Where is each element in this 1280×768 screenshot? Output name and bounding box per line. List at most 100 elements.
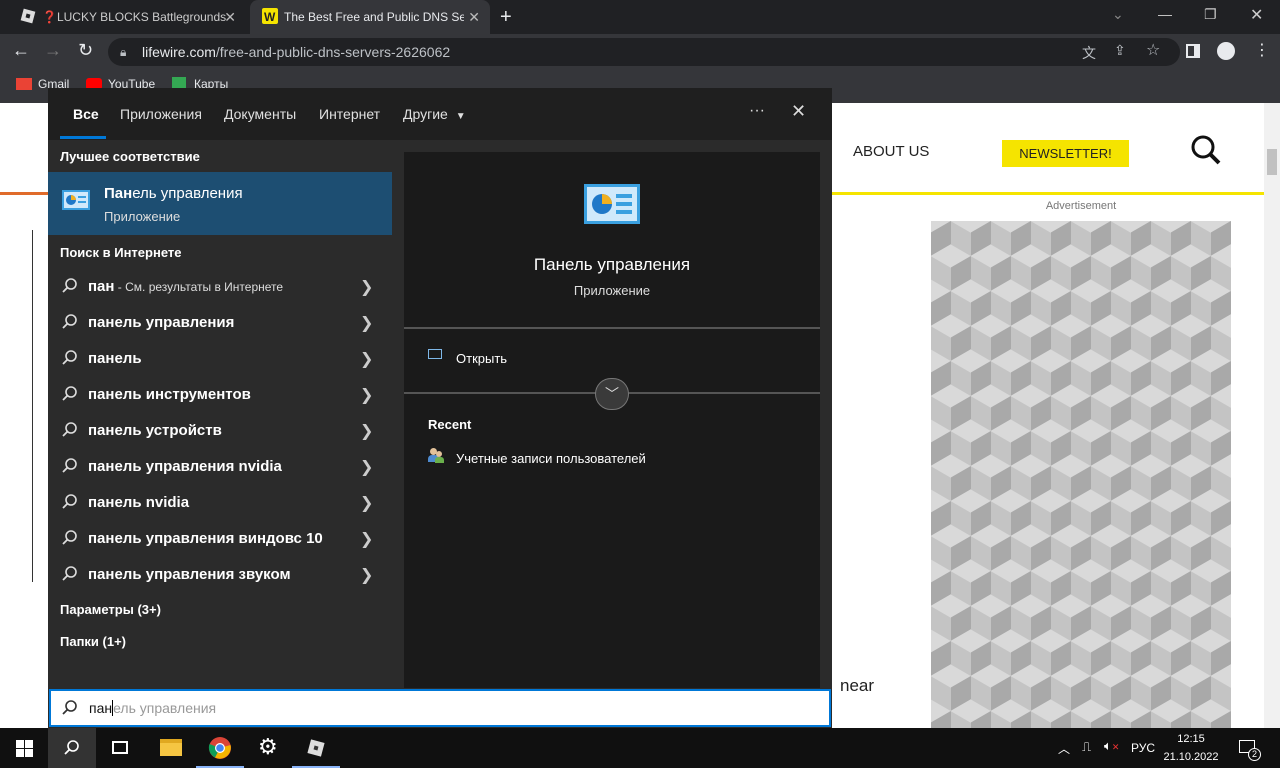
chevron-right-icon[interactable]: ❯: [360, 385, 373, 405]
page-scrollbar[interactable]: [1264, 103, 1280, 728]
web-result-row[interactable]: панель управления nvidia ❯: [48, 449, 392, 485]
expand-chevron-icon[interactable]: ﹀: [595, 378, 629, 410]
search-icon: [62, 700, 77, 715]
open-icon: [428, 349, 442, 359]
maximize-button[interactable]: ❐: [1204, 6, 1217, 23]
lifewire-icon: W: [262, 8, 278, 24]
start-button[interactable]: [0, 728, 48, 768]
browser-tab-lifewire[interactable]: W The Best Free and Public DNS Se ✕: [250, 0, 490, 34]
web-result-row[interactable]: панель управления звуком ❯: [48, 557, 392, 593]
search-icon: [62, 386, 77, 401]
nav-about-us[interactable]: ABOUT US: [853, 143, 929, 160]
back-button[interactable]: ←: [12, 40, 30, 61]
clock-date[interactable]: 21.10.2022: [1162, 751, 1220, 763]
chevron-right-icon[interactable]: ❯: [360, 457, 373, 477]
chevron-right-icon[interactable]: ❯: [360, 349, 373, 369]
search-input[interactable]: панель управления: [49, 689, 831, 727]
tab-all[interactable]: Все: [73, 104, 99, 124]
chevron-right-icon[interactable]: ❯: [360, 565, 373, 585]
scrollbar-thumb[interactable]: [1267, 149, 1277, 175]
search-icon: [62, 278, 77, 293]
side-panel-icon[interactable]: [1186, 44, 1200, 58]
action-center-button[interactable]: 2: [1238, 738, 1261, 761]
chevron-right-icon[interactable]: ❯: [360, 421, 373, 441]
web-result-row[interactable]: панель инструментов ❯: [48, 377, 392, 413]
chevron-right-icon[interactable]: ❯: [360, 493, 373, 513]
language-indicator[interactable]: РУС: [1131, 741, 1155, 755]
tab-other[interactable]: Другие ▼: [403, 104, 466, 124]
new-tab-button[interactable]: +: [500, 6, 512, 29]
volume-muted-icon[interactable]: 🔈︎✕: [1104, 738, 1119, 754]
search-autocomplete: ель управления: [112, 700, 217, 716]
tab-web[interactable]: Интернет: [319, 104, 380, 124]
web-result-text: панель: [88, 350, 142, 367]
web-result-row[interactable]: панель управления ❯: [48, 305, 392, 341]
best-match-result[interactable]: Панель управления Приложение: [48, 172, 392, 235]
close-search-icon[interactable]: ✕: [791, 101, 806, 122]
svg-text:W: W: [264, 10, 276, 24]
web-result-row[interactable]: панель ❯: [48, 341, 392, 377]
taskbar-settings[interactable]: ⚙: [244, 728, 292, 768]
forward-button[interactable]: →: [44, 40, 62, 61]
window-close-button[interactable]: ✕: [1250, 5, 1263, 25]
chevron-right-icon[interactable]: ❯: [360, 277, 373, 297]
newsletter-button[interactable]: NEWSLETTER!: [1002, 140, 1129, 167]
translate-icon[interactable]: 文: [1082, 43, 1096, 63]
tab-title: ❓LUCKY BLOCKS Battlegrounds: [42, 10, 227, 24]
search-icon: [62, 566, 77, 581]
taskbar-search-button[interactable]: [48, 728, 96, 768]
chevron-right-icon[interactable]: ❯: [360, 529, 373, 549]
share-icon[interactable]: ⇪: [1114, 42, 1126, 59]
close-tab-icon[interactable]: ✕: [468, 9, 480, 26]
settings-header[interactable]: Параметры (3+): [60, 602, 161, 617]
search-icon: [62, 422, 77, 437]
url-path: /free-and-public-dns-servers-2626062: [215, 44, 451, 60]
taskbar-chrome[interactable]: [196, 728, 244, 768]
chevron-right-icon[interactable]: ❯: [360, 313, 373, 333]
taskbar-file-explorer[interactable]: [148, 728, 196, 768]
close-tab-icon[interactable]: ✕: [224, 9, 236, 26]
active-tab-underline: [60, 136, 106, 139]
page-search-icon[interactable]: [1190, 134, 1222, 166]
tray-overflow-icon[interactable]: ︿: [1058, 740, 1070, 757]
task-view-button[interactable]: [96, 728, 144, 768]
web-result-row[interactable]: панель управления виндовс 10 ❯: [48, 521, 392, 557]
web-result-row[interactable]: панель nvidia ❯: [48, 485, 392, 521]
profile-avatar[interactable]: [1217, 42, 1235, 60]
address-bar[interactable]: 🔒︎ lifewire.com/free-and-public-dns-serv…: [108, 38, 1180, 66]
open-action[interactable]: Открыть: [404, 340, 820, 376]
web-result-text: панель управления nvidia: [88, 458, 282, 475]
recent-item-label: Учетные записи пользователей: [456, 451, 646, 466]
tab-search-icon[interactable]: ⌄: [1112, 6, 1124, 23]
advertisement-image[interactable]: [931, 221, 1231, 728]
web-result-row[interactable]: панель устройств ❯: [48, 413, 392, 449]
search-icon: [62, 314, 77, 329]
recent-header: Recent: [428, 417, 472, 432]
chrome-icon: [208, 737, 231, 759]
lock-icon: 🔒︎: [120, 45, 127, 59]
network-icon[interactable]: ⎍: [1082, 739, 1091, 755]
bookmark-star-icon[interactable]: ☆: [1146, 40, 1160, 60]
taskbar-roblox[interactable]: [292, 728, 340, 768]
web-result-text: панель управления: [88, 314, 235, 331]
reload-button[interactable]: ↻: [78, 40, 93, 61]
control-panel-icon: [62, 190, 90, 210]
menu-kebab-icon[interactable]: ⋮: [1254, 40, 1270, 60]
preview-title: Панель управления: [533, 255, 691, 274]
tab-apps[interactable]: Приложения: [120, 104, 202, 124]
recent-item[interactable]: Учетные записи пользователей: [404, 446, 820, 470]
web-result-rest: - См. результаты в Интернете: [114, 280, 284, 294]
folders-header[interactable]: Папки (1+): [60, 634, 126, 649]
web-result-row[interactable]: пан - См. результаты в Интернете ❯: [48, 269, 392, 305]
clock-time[interactable]: 12:15: [1166, 733, 1216, 745]
browser-tab-roblox[interactable]: ❓LUCKY BLOCKS Battlegrounds ✕: [8, 0, 246, 34]
search-icon: [64, 740, 79, 755]
article-text-fragment: near: [840, 676, 875, 695]
open-action-label: Открыть: [456, 351, 508, 366]
tab-documents[interactable]: Документы: [224, 104, 296, 124]
search-icon: [62, 350, 77, 365]
minimize-button[interactable]: —: [1158, 6, 1172, 22]
more-options-icon[interactable]: ···: [749, 102, 765, 120]
web-result-text: панель устройств: [88, 422, 222, 439]
best-match-header: Лучшее соответствие: [60, 149, 200, 164]
